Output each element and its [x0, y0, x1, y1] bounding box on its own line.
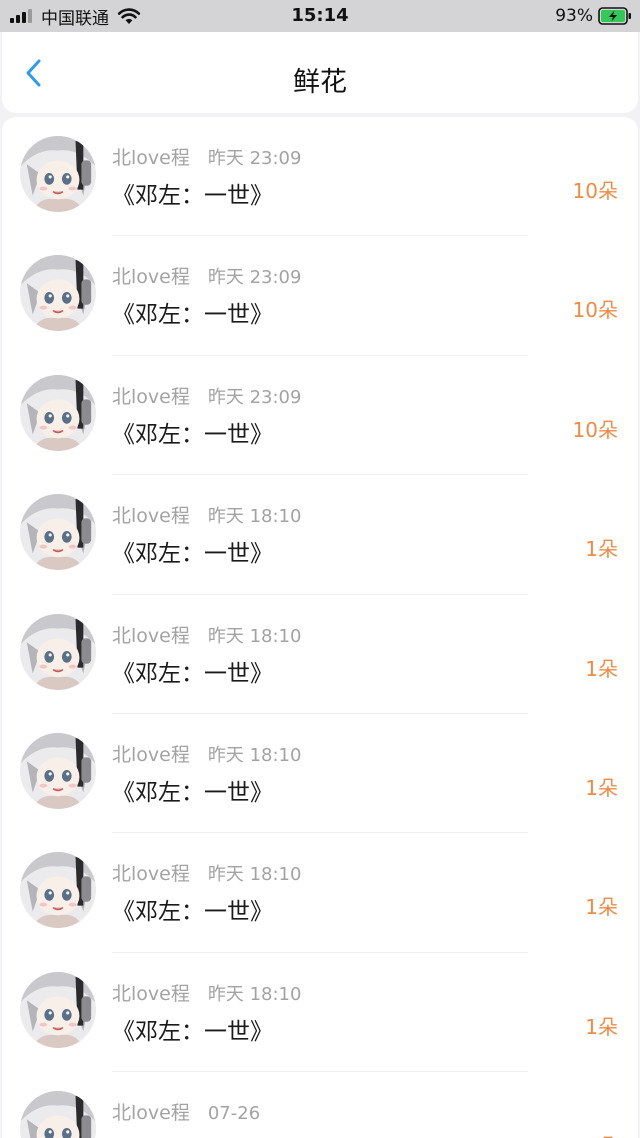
book-title: 《邓左：一世》 [112, 183, 273, 209]
timestamp: 昨天 18:10 [207, 864, 302, 886]
flower-count: 1朵 [585, 1130, 618, 1138]
timestamp: 昨天 23:09 [207, 267, 302, 289]
timestamp: 昨天 18:10 [207, 506, 302, 528]
battery-charging-icon [598, 7, 631, 25]
flower-count: 1朵 [585, 775, 618, 800]
avatar[interactable] [19, 613, 97, 691]
username[interactable]: 北love程 [112, 625, 190, 647]
row-meta: 北love程 昨天 23:09 [112, 382, 301, 409]
username[interactable]: 北love程 [112, 863, 190, 885]
list-item[interactable]: 北love程 07-26 《邓左：一世》 1朵 [2, 1072, 638, 1138]
avatar[interactable] [19, 851, 97, 929]
list-item[interactable]: 北love程 昨天 18:10 《邓左：一世》 1朵 [2, 714, 638, 834]
username[interactable]: 北love程 [112, 1102, 190, 1124]
row-meta: 北love程 昨天 23:09 [112, 143, 301, 170]
avatar[interactable] [19, 732, 97, 810]
avatar[interactable] [19, 971, 97, 1049]
status-bar: 中国联通 15:14 93% [0, 0, 640, 32]
flower-count: 10朵 [572, 417, 618, 442]
avatar[interactable] [19, 493, 97, 571]
status-right: 93% [555, 6, 632, 26]
book-title: 《邓左：一世》 [112, 1018, 273, 1045]
row-meta: 北love程 昨天 23:09 [112, 262, 301, 289]
row-text: 北love程 昨天 18:10 《邓左：一世》 [112, 979, 301, 1046]
timestamp: 昨天 23:09 [207, 386, 302, 408]
list-item[interactable]: 北love程 昨天 18:10 《邓左：一世》 1朵 [2, 833, 638, 953]
list-item[interactable]: 北love程 昨天 23:09 《邓左：一世》 10朵 [2, 236, 638, 356]
row-text: 北love程 07-26 《邓左：一世》 [112, 1098, 273, 1138]
username[interactable]: 北love程 [112, 386, 190, 408]
book-title: 《邓左：一世》 [112, 1131, 273, 1138]
row-meta: 北love程 昨天 18:10 [112, 621, 301, 648]
status-time: 15:14 [291, 5, 349, 26]
flower-count: 10朵 [572, 179, 618, 203]
book-title: 《邓左：一世》 [112, 302, 273, 329]
username[interactable]: 北love程 [112, 147, 190, 169]
row-text: 北love程 昨天 18:10 《邓左：一世》 [112, 501, 301, 568]
list-item[interactable]: 北love程 昨天 18:10 《邓左：一世》 1朵 [2, 595, 638, 714]
flower-count: 1朵 [585, 895, 618, 920]
row-text: 北love程 昨天 18:10 《邓左：一世》 [112, 621, 301, 688]
nav-bar: 鲜花 [2, 32, 638, 113]
flower-count: 1朵 [585, 537, 618, 562]
page-title: 鲜花 [293, 67, 347, 98]
timestamp: 昨天 23:09 [207, 148, 302, 169]
list-item[interactable]: 北love程 昨天 18:10 《邓左：一世》 1朵 [2, 475, 638, 595]
flower-record-list: 北love程 昨天 23:09 《邓左：一世》 10朵 北love程 昨天 23… [2, 117, 638, 1138]
username[interactable]: 北love程 [112, 744, 190, 766]
avatar[interactable] [19, 254, 97, 332]
row-meta: 北love程 昨天 18:10 [112, 859, 301, 886]
flower-count: 10朵 [572, 298, 618, 323]
list-item[interactable]: 北love程 昨天 18:10 《邓左：一世》 1朵 [2, 953, 638, 1073]
row-meta: 北love程 昨天 18:10 [112, 979, 301, 1006]
username[interactable]: 北love程 [112, 505, 190, 527]
row-text: 北love程 昨天 18:10 《邓左：一世》 [112, 740, 301, 807]
timestamp: 07-26 [207, 1103, 261, 1125]
battery-percent: 93% [555, 6, 593, 26]
avatar[interactable] [19, 374, 97, 452]
book-title: 《邓左：一世》 [112, 899, 273, 926]
screen: 中国联通 15:14 93% 鲜花 北love程 昨天 23:09 《邓左：一世… [0, 0, 640, 1138]
timestamp: 昨天 18:10 [207, 983, 302, 1005]
timestamp: 昨天 18:10 [207, 625, 302, 647]
row-text: 北love程 昨天 23:09 《邓左：一世》 [112, 143, 301, 210]
row-meta: 北love程 07-26 [112, 1098, 273, 1125]
timestamp: 昨天 18:10 [207, 744, 302, 766]
username[interactable]: 北love程 [112, 983, 190, 1005]
book-title: 《邓左：一世》 [112, 660, 273, 687]
row-meta: 北love程 昨天 18:10 [112, 740, 301, 767]
flower-count: 1朵 [585, 656, 618, 681]
row-meta: 北love程 昨天 18:10 [112, 501, 301, 528]
avatar[interactable] [19, 1090, 97, 1138]
book-title: 《邓左：一世》 [112, 779, 273, 806]
flower-count: 1朵 [585, 1014, 618, 1039]
book-title: 《邓左：一世》 [112, 541, 273, 568]
row-text: 北love程 昨天 18:10 《邓左：一世》 [112, 859, 301, 926]
list-item[interactable]: 北love程 昨天 23:09 《邓左：一世》 10朵 [2, 356, 638, 476]
avatar[interactable] [19, 135, 97, 213]
book-title: 《邓左：一世》 [112, 421, 273, 448]
row-text: 北love程 昨天 23:09 《邓左：一世》 [112, 262, 301, 329]
row-text: 北love程 昨天 23:09 《邓左：一世》 [112, 382, 301, 449]
username[interactable]: 北love程 [112, 266, 190, 288]
list-item[interactable]: 北love程 昨天 23:09 《邓左：一世》 10朵 [2, 117, 638, 237]
